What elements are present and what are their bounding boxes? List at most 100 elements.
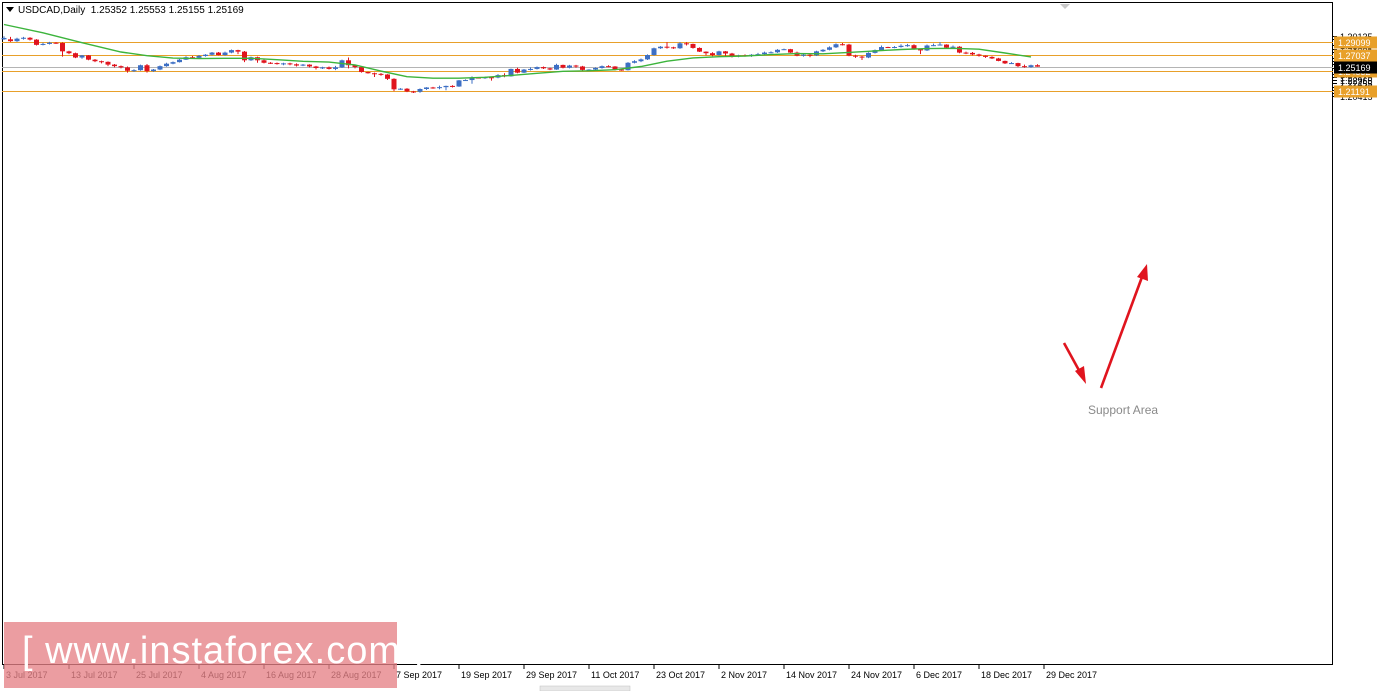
candle <box>788 48 793 53</box>
candle <box>157 65 163 71</box>
candle <box>456 80 462 87</box>
candle-body <box>846 44 852 56</box>
x-tick-label: 29 Sep 2017 <box>526 670 577 680</box>
candle <box>138 64 143 71</box>
candle-body <box>599 66 605 69</box>
candle-body <box>164 63 169 67</box>
candle <box>846 43 852 57</box>
candle <box>697 47 702 52</box>
candle-body <box>281 63 286 65</box>
x-tick-label: 14 Nov 2017 <box>786 670 837 680</box>
plot-frame <box>2 2 1333 665</box>
dropdown-triangle-icon[interactable] <box>6 7 14 12</box>
x-tick-label: 6 Dec 2017 <box>916 670 962 680</box>
x-tick-label: 11 Oct 2017 <box>591 670 639 680</box>
candle-body <box>801 54 806 56</box>
candle-body <box>105 61 111 65</box>
candle-body <box>320 67 325 69</box>
candle-body <box>463 80 468 82</box>
candle-body <box>404 88 410 92</box>
candle-body <box>521 69 527 73</box>
candle-body <box>768 52 774 54</box>
candle-body <box>73 53 78 58</box>
candle-body <box>378 73 384 75</box>
candle <box>391 78 397 92</box>
candle-body <box>892 47 897 49</box>
candle-body <box>723 51 728 54</box>
candle-body <box>534 67 540 69</box>
candle-body <box>40 43 46 45</box>
candle-body <box>274 63 280 65</box>
candle-body <box>963 52 969 54</box>
candle-body <box>21 37 26 39</box>
x-tick-label: 23 Oct 2017 <box>656 670 705 680</box>
candle <box>645 54 650 60</box>
candle-body <box>905 45 910 47</box>
candle-body <box>294 64 299 66</box>
candle-body <box>827 47 832 50</box>
candle-body <box>677 43 683 49</box>
candle-body <box>957 46 962 53</box>
candle-body <box>996 58 1001 61</box>
candle-body <box>138 65 143 71</box>
candle-body <box>456 80 462 87</box>
candle-body <box>716 51 722 56</box>
candle-body <box>313 66 319 69</box>
candle-body <box>60 43 65 52</box>
candle-body <box>645 55 650 60</box>
candle <box>866 52 871 59</box>
candle-body <box>560 64 566 68</box>
candle <box>924 44 930 52</box>
candle-body <box>554 64 559 70</box>
candle-body <box>151 69 156 72</box>
candle-body <box>53 42 59 44</box>
candle-body <box>853 55 858 57</box>
candle-body <box>528 68 533 70</box>
candle-body <box>411 91 416 93</box>
candle-body <box>989 56 995 59</box>
candle-body <box>209 52 215 55</box>
candle <box>690 43 696 49</box>
candle-body <box>840 44 845 46</box>
level-label-0: 1.29099 <box>1338 38 1371 48</box>
scroll-thumb[interactable] <box>539 685 631 691</box>
candle-body <box>781 49 787 51</box>
candle-body <box>14 38 20 42</box>
candle-body <box>372 73 377 75</box>
candle-body <box>775 49 780 53</box>
price-chart[interactable]: 1.301351.296251.286051.280951.275851.265… <box>0 0 1377 691</box>
candle-body <box>222 52 228 56</box>
x-tick-label: 29 Dec 2017 <box>1046 670 1097 680</box>
candle-body <box>450 85 455 87</box>
candle <box>73 52 78 59</box>
x-tick-label: 24 Nov 2017 <box>851 670 902 680</box>
candle-body <box>703 51 709 54</box>
candle-body <box>976 54 982 56</box>
candle <box>651 47 657 56</box>
candle-body <box>391 78 397 90</box>
current-price-label: 1.25169 <box>1338 63 1371 73</box>
candle-body <box>112 64 117 67</box>
symbol-label: USDCAD,Daily <box>18 5 86 16</box>
candle-body <box>658 46 663 49</box>
candle-body <box>1035 65 1040 67</box>
candle-body <box>333 67 338 69</box>
candle-body <box>866 52 871 58</box>
candle-body <box>970 52 975 55</box>
current-price-tag: 1.25169 <box>1334 61 1377 74</box>
candle-body <box>424 87 429 90</box>
candle-body <box>547 68 553 70</box>
candle-body <box>86 55 91 60</box>
candle-body <box>820 49 826 52</box>
candle-body <box>944 44 949 48</box>
candle-body <box>287 63 293 65</box>
candle-body <box>879 47 884 51</box>
candle-body <box>144 65 150 72</box>
chart-header: USDCAD,Daily 1.25352 1.25553 1.25155 1.2… <box>6 5 244 16</box>
level-label-3: 1.21191 <box>1338 87 1370 97</box>
candle-body <box>417 89 423 92</box>
candle-body <box>170 62 176 64</box>
watermark-banner: [ www.instaforex.com ] <box>4 622 423 688</box>
candle-body <box>307 64 312 67</box>
candle-body <box>788 49 793 53</box>
